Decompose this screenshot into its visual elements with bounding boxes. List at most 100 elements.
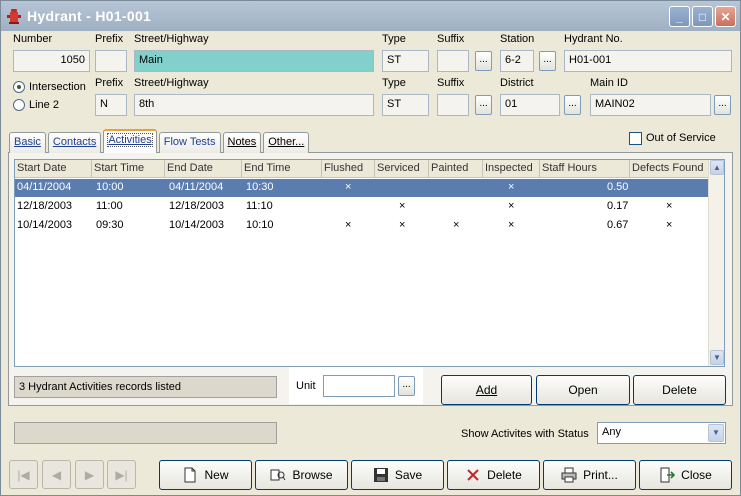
cell-defects: × bbox=[666, 219, 673, 231]
col-inspected[interactable]: Inspected bbox=[485, 162, 533, 174]
suffix2-label: Suffix bbox=[437, 77, 465, 89]
grid-header: Start Date Start Time End Date End Time … bbox=[15, 160, 724, 178]
tab-contacts[interactable]: Contacts bbox=[47, 132, 102, 153]
table-row[interactable]: 04/11/2004 10:00 04/11/2004 10:30 × × 0.… bbox=[15, 179, 708, 197]
previous-record-button[interactable]: ◀ bbox=[42, 460, 71, 489]
cell-end-date: 12/18/2003 bbox=[169, 200, 225, 212]
col-end-time[interactable]: End Time bbox=[244, 162, 290, 174]
main-id-label: Main ID bbox=[590, 77, 628, 89]
cell-start-time: 09:30 bbox=[96, 219, 124, 231]
unit-field[interactable] bbox=[323, 375, 395, 397]
cell-serviced: × bbox=[399, 219, 406, 231]
cell-start-date: 12/18/2003 bbox=[17, 200, 73, 212]
status-filter-select[interactable]: Any ▼ bbox=[597, 422, 726, 444]
tab-basic[interactable]: Basic bbox=[9, 132, 46, 153]
hydrant-no-field[interactable]: H01-001 bbox=[564, 50, 732, 72]
col-flushed[interactable]: Flushed bbox=[324, 162, 363, 174]
delete-button[interactable]: Delete bbox=[447, 460, 540, 490]
close-button[interactable]: Close bbox=[639, 460, 732, 490]
close-window-button[interactable]: ✕ bbox=[715, 6, 736, 27]
col-serviced[interactable]: Serviced bbox=[377, 162, 420, 174]
col-start-date[interactable]: Start Date bbox=[17, 162, 67, 174]
new-document-icon bbox=[184, 467, 196, 483]
main-id-lookup-button[interactable]: ... bbox=[714, 95, 731, 115]
new-button[interactable]: New bbox=[159, 460, 252, 490]
col-end-date[interactable]: End Date bbox=[167, 162, 213, 174]
cell-inspected: × bbox=[508, 219, 515, 231]
add-button[interactable]: Add bbox=[441, 375, 532, 405]
browse-icon bbox=[270, 469, 286, 481]
cell-flushed: × bbox=[345, 181, 352, 193]
district-field[interactable]: 01 bbox=[500, 94, 560, 116]
unit-label: Unit bbox=[296, 380, 316, 392]
col-defects-found[interactable]: Defects Found bbox=[632, 162, 704, 174]
activities-grid[interactable]: Start Date Start Time End Date End Time … bbox=[14, 159, 725, 367]
first-record-button[interactable]: |◀ bbox=[9, 460, 38, 489]
chevron-down-icon[interactable]: ▼ bbox=[708, 424, 724, 442]
next-record-button[interactable]: ▶ bbox=[75, 460, 104, 489]
open-button[interactable]: Open bbox=[536, 375, 630, 405]
cell-start-date: 04/11/2004 bbox=[17, 181, 72, 193]
maximize-button[interactable]: □ bbox=[692, 6, 713, 27]
prefix-field[interactable] bbox=[95, 50, 127, 72]
suffix2-field[interactable] bbox=[437, 94, 469, 116]
suffix2-lookup-button[interactable]: ... bbox=[475, 95, 492, 115]
street-field[interactable]: Main bbox=[134, 50, 374, 72]
suffix-lookup-button[interactable]: ... bbox=[475, 51, 492, 71]
line2-radio-circle[interactable] bbox=[13, 99, 25, 111]
grid-scrollbar[interactable]: ▲ ▼ bbox=[708, 160, 724, 366]
window-title: Hydrant - H01-001 bbox=[27, 8, 152, 24]
browse-button[interactable]: Browse bbox=[255, 460, 348, 490]
exit-door-icon bbox=[660, 467, 676, 483]
col-start-time[interactable]: Start Time bbox=[94, 162, 144, 174]
district-label: District bbox=[500, 77, 534, 89]
title-bar[interactable]: Hydrant - H01-001 _ □ ✕ bbox=[1, 1, 740, 31]
intersection-radio-circle[interactable] bbox=[13, 81, 25, 93]
col-painted[interactable]: Painted bbox=[431, 162, 468, 174]
prefix-label: Prefix bbox=[95, 33, 124, 45]
cell-inspected: × bbox=[508, 181, 515, 193]
prefix2-field[interactable]: N bbox=[95, 94, 127, 116]
delete-activity-button[interactable]: Delete bbox=[633, 375, 726, 405]
number-field[interactable]: 1050 bbox=[13, 50, 90, 72]
intersection-radio[interactable]: Intersection bbox=[13, 81, 86, 93]
cell-staff-hours: 0.67 bbox=[607, 219, 629, 231]
hydrant-icon bbox=[7, 9, 21, 24]
last-record-button[interactable]: ▶| bbox=[107, 460, 136, 489]
cell-defects: × bbox=[666, 200, 673, 212]
save-button[interactable]: Save bbox=[351, 460, 444, 490]
cell-start-date: 10/14/2003 bbox=[17, 219, 73, 231]
type-field[interactable]: ST bbox=[382, 50, 429, 72]
out-of-service-label: Out of Service bbox=[646, 132, 716, 144]
printer-icon bbox=[561, 467, 577, 483]
station-field[interactable]: 6-2 bbox=[500, 50, 534, 72]
tab-notes[interactable]: Notes bbox=[222, 132, 262, 153]
records-status: 3 Hydrant Activities records listed bbox=[14, 376, 277, 398]
out-of-service-checkbox[interactable] bbox=[629, 132, 642, 145]
intersection-label: Intersection bbox=[29, 81, 86, 93]
tab-other[interactable]: Other... bbox=[263, 132, 310, 153]
cell-painted: × bbox=[453, 219, 460, 231]
print-button[interactable]: Print... bbox=[543, 460, 636, 490]
table-row[interactable]: 10/14/2003 09:30 10/14/2003 10:10 × × × … bbox=[15, 217, 708, 235]
show-status-label: Show Activites with Status bbox=[461, 428, 589, 440]
street2-field[interactable]: 8th bbox=[134, 94, 374, 116]
district-lookup-button[interactable]: ... bbox=[564, 95, 581, 115]
table-row[interactable]: 12/18/2003 11:00 12/18/2003 11:10 × × 0.… bbox=[15, 198, 708, 216]
line2-radio[interactable]: Line 2 bbox=[13, 99, 59, 111]
tab-activities[interactable]: Activities bbox=[103, 129, 157, 153]
type2-field[interactable]: ST bbox=[382, 94, 429, 116]
scroll-down-icon[interactable]: ▼ bbox=[710, 350, 724, 365]
scroll-up-icon[interactable]: ▲ bbox=[710, 160, 724, 175]
minimize-button[interactable]: _ bbox=[669, 6, 690, 27]
suffix-field[interactable] bbox=[437, 50, 469, 72]
tab-flow-tests[interactable]: Flow Tests bbox=[158, 132, 221, 153]
hydrant-window: Hydrant - H01-001 _ □ ✕ Number 1050 Pref… bbox=[0, 0, 741, 496]
cell-staff-hours: 0.50 bbox=[607, 181, 629, 193]
main-id-field[interactable]: MAIN02 bbox=[590, 94, 711, 116]
cell-serviced: × bbox=[399, 200, 406, 212]
station-lookup-button[interactable]: ... bbox=[539, 51, 556, 71]
type-label: Type bbox=[382, 33, 406, 45]
col-staff-hours[interactable]: Staff Hours bbox=[542, 162, 597, 174]
unit-lookup-button[interactable]: ... bbox=[398, 376, 415, 396]
